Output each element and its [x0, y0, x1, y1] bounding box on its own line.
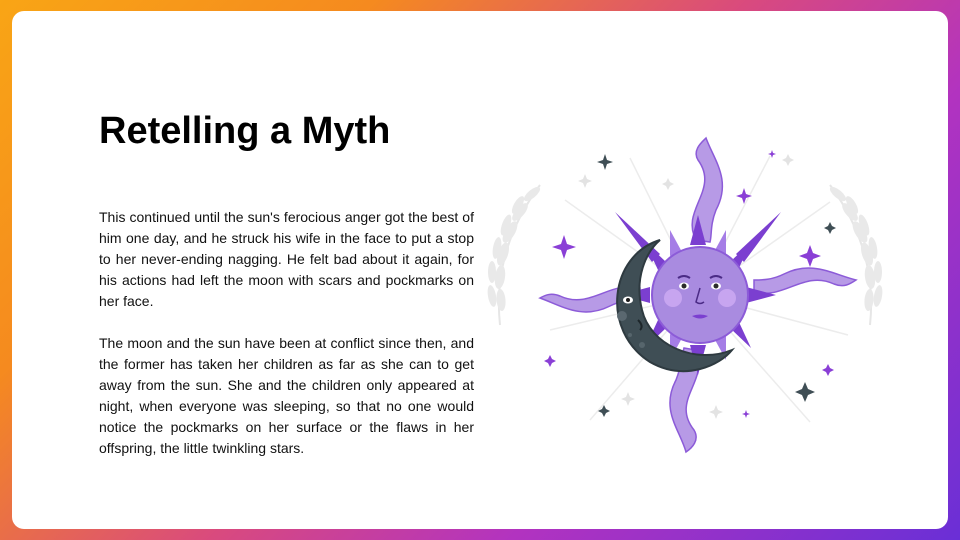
body-paragraph: The moon and the sun have been at confli…: [99, 335, 474, 456]
body-paragraph: This continued until the sun's ferocious…: [99, 209, 474, 309]
slide-title: Retelling a Myth: [99, 110, 391, 152]
laurel-left: [487, 184, 541, 326]
sun-and-moon-illustration: [487, 136, 883, 454]
slide-body: This continued until the sun's ferocious…: [99, 207, 474, 480]
laurel-right: [829, 184, 883, 326]
